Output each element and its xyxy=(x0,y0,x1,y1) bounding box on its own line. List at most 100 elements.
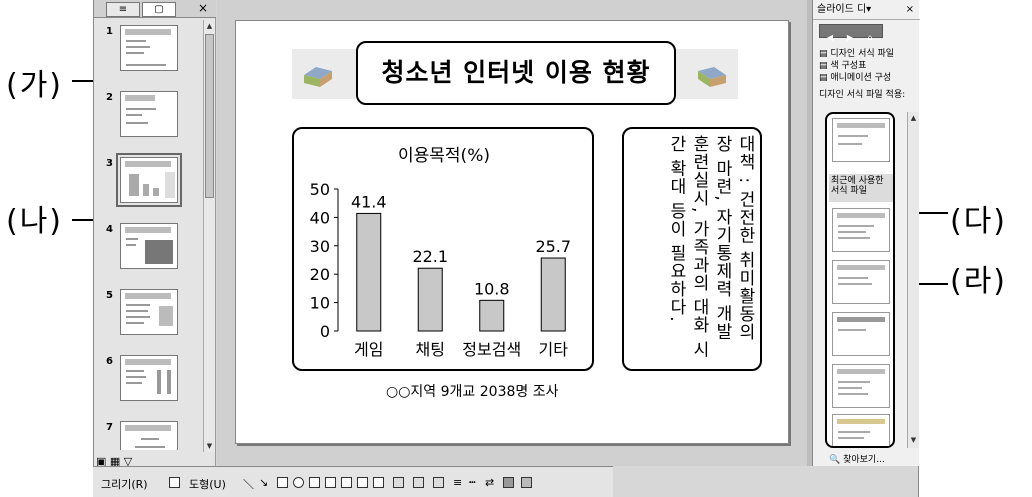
data-label: 22.1 xyxy=(412,247,448,266)
fill-color-icon[interactable] xyxy=(393,477,404,488)
slides-pane-scrollbar[interactable]: ▲ ▼ xyxy=(203,20,215,452)
scrollbar-thumb[interactable] xyxy=(205,34,214,198)
design-template-list[interactable]: 최근에 사용한 서식 파일 xyxy=(825,112,895,448)
task-pane-scrollbar[interactable]: ▲ ▼ xyxy=(907,112,919,448)
chart-placeholder[interactable]: 이용목적(%) 0 10 20 30 40 50 41.4 게임 22.1 채팅 10.8 정보검색 2… xyxy=(292,127,594,371)
text-placeholder[interactable]: 대책 : 건전한 취미활동의 장 마련, 자기통제력 개발 훈련실시, 가족과의… xyxy=(622,127,762,371)
slide-thumbnail-item[interactable]: 5 xyxy=(94,284,202,348)
autoshapes-menu[interactable]: 도형(U) xyxy=(189,476,226,492)
task-pane-title-text: 슬라이드 디▾ xyxy=(817,4,872,15)
slide-number: 2 xyxy=(106,92,113,103)
close-icon[interactable]: × xyxy=(906,0,914,20)
cube-decoration-icon xyxy=(304,67,332,87)
arrow-tool-icon[interactable]: ↘ xyxy=(259,476,268,489)
y-tick-label: 50 xyxy=(310,180,330,199)
browse-link[interactable]: 🔍 찾아보기... xyxy=(829,452,885,465)
data-label: 25.7 xyxy=(535,237,571,256)
close-icon[interactable]: × xyxy=(198,1,208,15)
oval-icon[interactable] xyxy=(293,477,304,488)
diagram-icon[interactable] xyxy=(341,477,352,488)
slide-thumbnail-item[interactable]: 6 xyxy=(94,350,202,414)
picture-icon[interactable] xyxy=(373,477,384,488)
clipart-icon[interactable] xyxy=(357,477,368,488)
slide-design-task-pane: 슬라이드 디▾ × ◀ ▶ ⌂ ▤ 디자인 서식 파일 ▤ 색 구성표 ▤ 애니메이… xyxy=(812,0,920,466)
outline-tab[interactable]: ≡ xyxy=(106,2,140,17)
font-color-icon[interactable] xyxy=(433,477,444,488)
line-style-icon[interactable]: ≡ xyxy=(453,476,462,489)
slide-thumbnail-item[interactable]: 3 xyxy=(94,152,202,216)
slide-thumbnail-item[interactable]: 1 xyxy=(94,20,202,84)
slide-number: 4 xyxy=(106,224,113,235)
y-tick-label: 40 xyxy=(310,208,330,227)
category-label: 채팅 xyxy=(416,340,445,359)
template-thumbnail[interactable] xyxy=(832,364,890,408)
template-thumbnail[interactable] xyxy=(832,118,890,162)
home-icon[interactable]: ⌂ xyxy=(860,32,880,44)
line-icon[interactable]: ＼ xyxy=(243,476,254,492)
template-thumbnail[interactable] xyxy=(832,208,890,252)
slide-editing-area: 청소년 인터넷 이용 현황 이용목적(%) 0 10 20 30 40 50 41.4 게임 2… xyxy=(217,0,807,466)
template-thumbnail[interactable] xyxy=(832,260,890,304)
y-tick-label: 0 xyxy=(320,322,330,341)
back-icon[interactable]: ◀ xyxy=(820,32,840,44)
3d-style-icon[interactable] xyxy=(521,477,532,488)
category-label: 기타 xyxy=(539,340,569,359)
template-thumbnail[interactable] xyxy=(832,312,890,356)
slide-title[interactable]: 청소년 인터넷 이용 현황 xyxy=(356,41,676,105)
slide-thumbnail-selected[interactable] xyxy=(116,153,182,207)
category-label: 정보검색 xyxy=(462,340,521,359)
powerpoint-window: ≡ ▢ × 1 2 3 4 5 6 7 ▲ ▼ ▣ ▦ ▽ 청소년 인터넷 이용… xyxy=(93,0,920,497)
arrow-style-icon[interactable]: ⇄ xyxy=(485,476,494,489)
recent-templates-label: 최근에 사용한 서식 파일 xyxy=(829,174,893,202)
current-slide[interactable]: 청소년 인터넷 이용 현황 이용목적(%) 0 10 20 30 40 50 41.4 게임 2… xyxy=(235,20,789,444)
task-pane-nav[interactable]: ◀ ▶ ⌂ xyxy=(819,24,883,42)
forward-icon[interactable]: ▶ xyxy=(840,32,860,44)
slide-thumbnail[interactable] xyxy=(120,223,178,269)
template-thumbnail[interactable] xyxy=(832,414,890,446)
line-color-icon[interactable] xyxy=(413,477,424,488)
bar xyxy=(356,212,382,332)
dash-style-icon[interactable]: ┅ xyxy=(469,476,476,489)
scroll-up-icon[interactable]: ▲ xyxy=(204,20,215,32)
slide-thumbnail-item[interactable]: 2 xyxy=(94,86,202,150)
callout-da: (다) xyxy=(950,204,1008,239)
slide-number: 3 xyxy=(106,158,113,169)
scroll-down-icon[interactable]: ▼ xyxy=(204,440,215,452)
data-label: 41.4 xyxy=(351,192,387,211)
bar xyxy=(540,257,566,332)
y-tick-label: 30 xyxy=(310,237,330,256)
animation-scheme-link[interactable]: ▤ 애니메이션 구성 xyxy=(819,70,891,83)
select-pointer-icon[interactable] xyxy=(169,477,180,488)
rectangle-icon[interactable] xyxy=(277,477,288,488)
shadow-icon[interactable] xyxy=(503,477,514,488)
callout-ga: (가) xyxy=(6,68,64,103)
y-tick-label: 10 xyxy=(310,294,330,313)
slide-caption[interactable]: ○○지역 9개교 2038명 조사 xyxy=(386,381,558,401)
slide-number: 7 xyxy=(106,422,113,433)
task-pane-title[interactable]: 슬라이드 디▾ × xyxy=(813,0,920,20)
slide-number: 6 xyxy=(106,356,113,367)
draw-menu[interactable]: 그리기(R) xyxy=(101,476,148,492)
textbox-icon[interactable] xyxy=(309,477,320,488)
bar-chart: 이용목적(%) 0 10 20 30 40 50 41.4 게임 22.1 채팅 10.8 정보검색 2… xyxy=(310,146,571,359)
slide-thumbnail[interactable] xyxy=(120,289,178,335)
slide-number: 5 xyxy=(106,290,113,301)
slide-thumbnail-item[interactable]: 4 xyxy=(94,218,202,282)
drawing-toolbar: 그리기(R) 도형(U) ＼ ↘ ≡ ┅ ⇄ xyxy=(93,466,613,497)
slide-thumbnail[interactable] xyxy=(120,25,178,71)
slide-thumbnail-item[interactable]: 7 xyxy=(94,416,202,450)
cube-decoration-icon xyxy=(698,67,726,87)
slide-thumbnail[interactable] xyxy=(120,91,178,137)
slide-thumbnail[interactable] xyxy=(120,421,178,450)
data-label: 10.8 xyxy=(474,279,510,298)
scroll-up-icon[interactable]: ▲ xyxy=(908,112,919,124)
bar xyxy=(479,299,505,332)
chart-title: 이용목적(%) xyxy=(398,146,490,166)
slides-tab[interactable]: ▢ xyxy=(142,2,176,17)
wordart-icon[interactable] xyxy=(325,477,336,488)
scroll-down-icon[interactable]: ▼ xyxy=(908,434,919,446)
slide-thumbnail[interactable] xyxy=(120,355,178,401)
vertical-body-text: 대책 : 건전한 취미활동의 장 마련, 자기통제력 개발 훈련실시, 가족과의… xyxy=(666,135,755,359)
pane-tabs: ≡ ▢ × xyxy=(94,0,216,18)
callout-ra: (라) xyxy=(950,264,1008,299)
